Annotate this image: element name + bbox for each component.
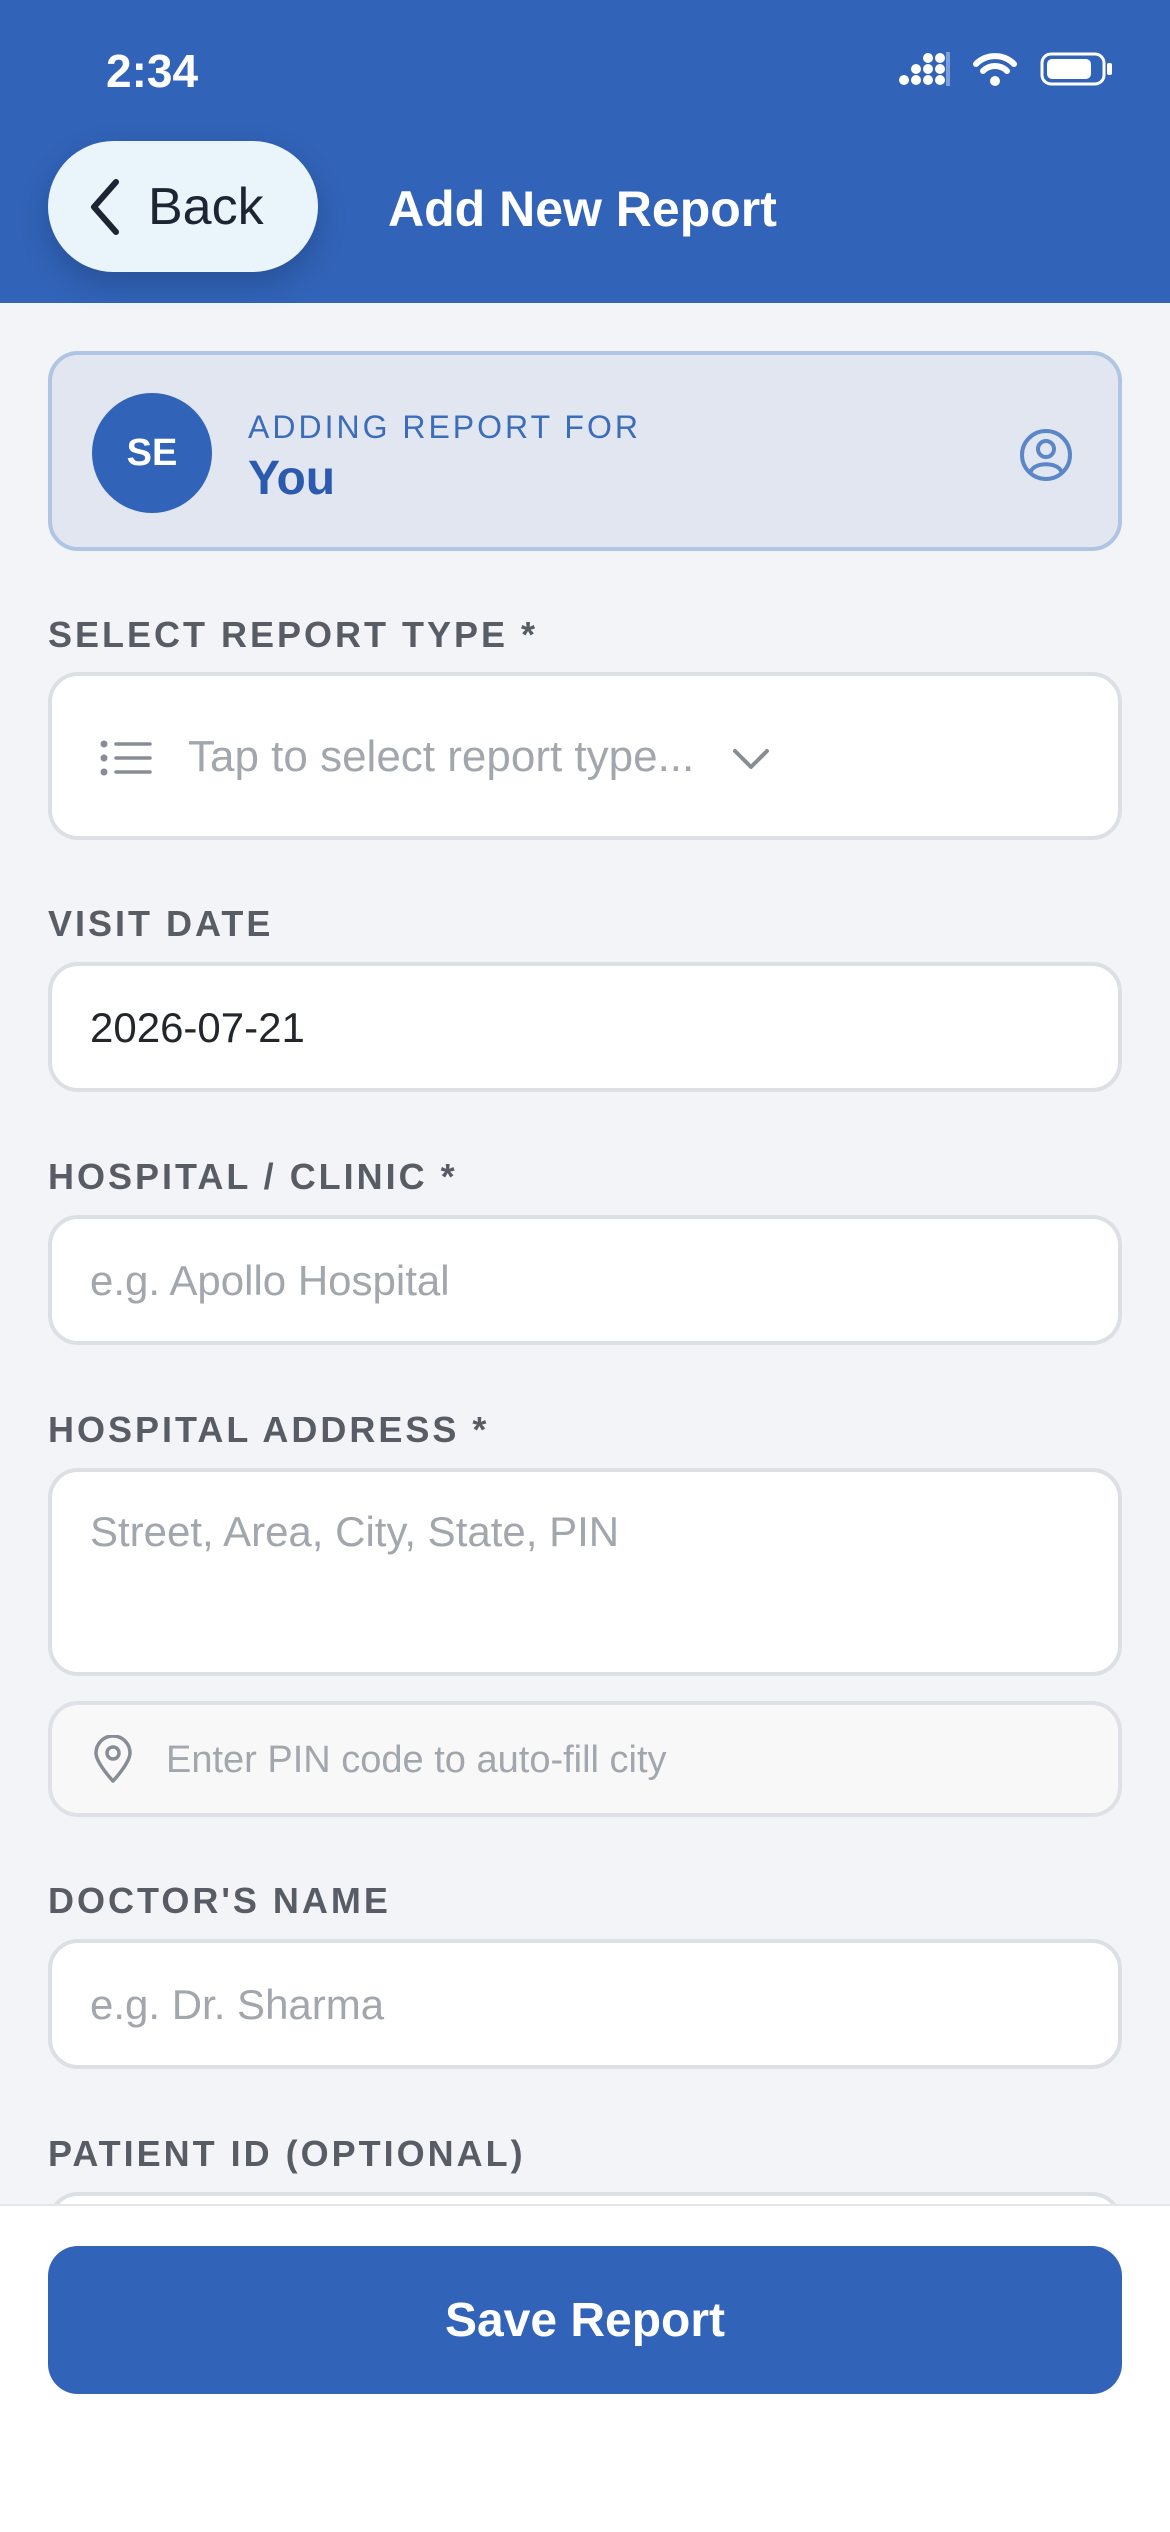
app-header: 2:34 Back Add New Report	[0, 0, 1170, 303]
list-icon	[100, 740, 152, 776]
chevron-down-icon	[733, 749, 769, 769]
status-icons	[898, 52, 1114, 86]
profile-caption: ADDING REPORT FOR	[248, 409, 641, 445]
visit-date-label: VISIT DATE	[48, 903, 274, 944]
profile-name: You	[248, 452, 336, 505]
pin-code-input[interactable]: Enter PIN code to auto-fill city	[48, 1701, 1122, 1817]
visit-date-field[interactable]: 2026-07-21	[48, 962, 1122, 1092]
battery-icon	[1040, 52, 1112, 86]
status-time: 2:34	[106, 45, 199, 97]
back-button[interactable]: Back	[48, 141, 318, 272]
report-type-select[interactable]: Tap to select report type...	[48, 672, 1122, 840]
report-type-placeholder: Tap to select report type...	[188, 732, 695, 781]
doctor-input[interactable]: e.g. Dr. Sharma	[48, 1939, 1122, 2069]
address-input[interactable]: Street, Area, City, State, PIN	[48, 1468, 1122, 1676]
pin-code-placeholder: Enter PIN code to auto-fill city	[166, 1739, 667, 1781]
doctor-label: DOCTOR'S NAME	[48, 1880, 391, 1921]
wifi-icon	[973, 53, 1017, 86]
signal-icon	[899, 52, 950, 86]
save-report-button[interactable]: Save Report	[48, 2246, 1122, 2394]
user-circle-icon[interactable]	[1018, 427, 1074, 483]
visit-date-value: 2026-07-21	[90, 1004, 305, 1051]
page-title: Add New Report	[388, 181, 777, 237]
address-placeholder: Street, Area, City, State, PIN	[90, 1508, 620, 1555]
hospital-label: HOSPITAL / CLINIC *	[48, 1156, 458, 1197]
hospital-input[interactable]: e.g. Apollo Hospital	[48, 1215, 1122, 1345]
doctor-placeholder: e.g. Dr. Sharma	[90, 1981, 385, 2028]
avatar: SE	[92, 393, 212, 513]
patient-id-label: PATIENT ID (OPTIONAL)	[48, 2133, 526, 2174]
address-label: HOSPITAL ADDRESS *	[48, 1409, 490, 1450]
profile-card[interactable]: SE ADDING REPORT FOR You	[48, 351, 1122, 551]
bottom-action-bar: Save Report	[0, 2204, 1170, 2532]
location-pin-icon	[94, 1735, 132, 1783]
back-label: Back	[148, 177, 264, 236]
chevron-left-icon	[91, 178, 119, 235]
report-type-label: SELECT REPORT TYPE *	[48, 614, 539, 655]
hospital-placeholder: e.g. Apollo Hospital	[90, 1257, 450, 1304]
